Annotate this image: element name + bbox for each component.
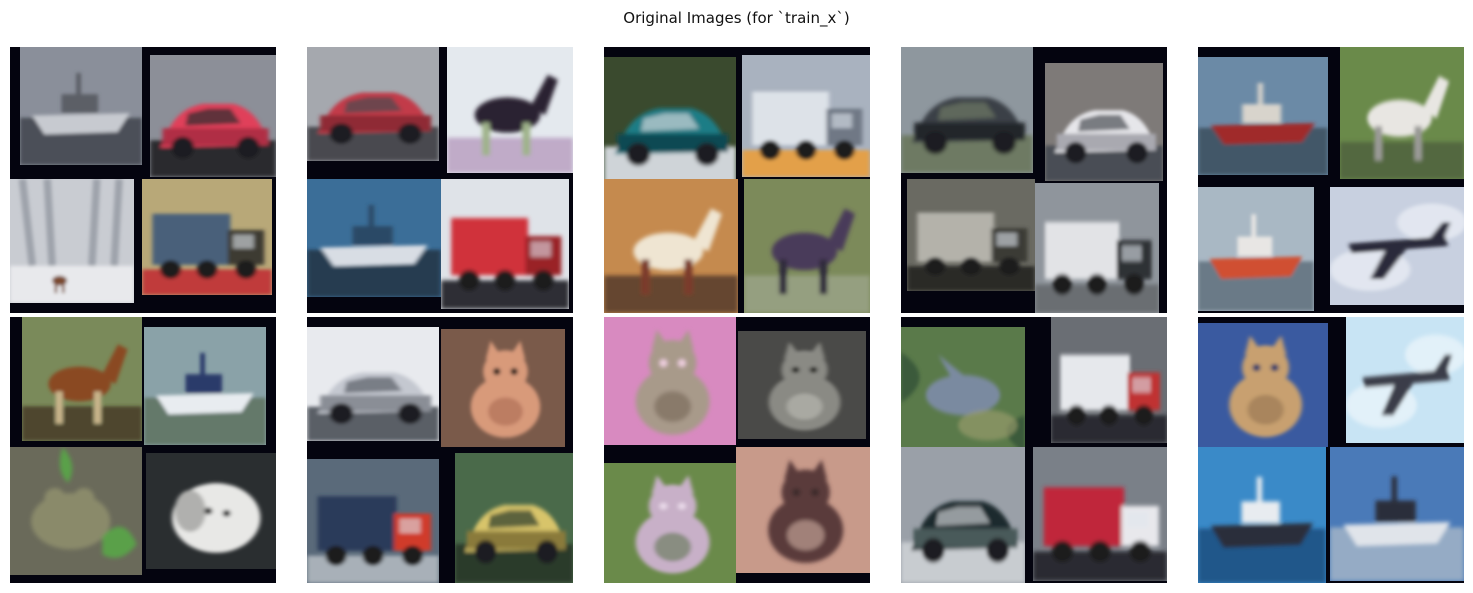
tile-dark-horse (744, 179, 870, 313)
tile-horse-rider (447, 47, 573, 173)
tile-teal-car (604, 57, 736, 185)
mosaic-r2-c4 (901, 317, 1167, 583)
tile-blue-boat (1198, 447, 1326, 583)
horse-icon (604, 179, 738, 313)
horse-icon (447, 47, 573, 173)
tile-orange-cat (441, 329, 565, 447)
tile-red-boat (1198, 187, 1314, 311)
truck-icon (307, 459, 439, 583)
tile-white-horse (1340, 47, 1464, 179)
tile-dark-car (901, 47, 1033, 173)
car-icon (307, 327, 439, 441)
tile-truck-closeup (742, 55, 870, 177)
tile-white-dog (146, 453, 276, 569)
bird-icon (901, 327, 1025, 453)
tile-white-yacht (144, 327, 266, 445)
car-icon (455, 453, 573, 583)
airplane-icon (1346, 317, 1464, 443)
tile-boats-shore (20, 47, 142, 165)
tile-gray-cat (738, 331, 866, 439)
truck-icon (441, 179, 569, 309)
tile-yellow-car (455, 453, 573, 583)
tile-tanker-truck (907, 179, 1035, 291)
tile-ambulance (1051, 317, 1167, 443)
cat-icon (604, 317, 736, 445)
cat-icon (441, 329, 565, 447)
cat-icon (738, 331, 866, 439)
car-icon (901, 447, 1025, 583)
car-icon (1045, 63, 1163, 181)
tile-red-car (150, 55, 276, 177)
mosaic-r1-c1 (10, 47, 276, 313)
tile-red-car-street (307, 47, 439, 161)
tile-cat-grass (604, 463, 736, 583)
image-grid (10, 47, 1464, 583)
car-icon (604, 57, 736, 185)
boat-icon (1198, 187, 1314, 311)
mosaic-r1-c2 (307, 47, 573, 313)
boat-icon (307, 179, 441, 297)
tile-bird-leaves (901, 327, 1025, 453)
truck-icon (1051, 317, 1167, 443)
truck-icon (907, 179, 1035, 291)
tile-trailer (1035, 183, 1159, 313)
tile-brown-horse (22, 317, 142, 441)
tile-tug-harbor (1198, 57, 1328, 175)
mosaic-r2-c2 (307, 317, 573, 583)
frog-icon (10, 447, 142, 575)
mosaic-r2-c1 (10, 317, 276, 583)
figure-title: Original Images (for `train_x`) (623, 9, 850, 27)
truck-icon (1033, 447, 1167, 581)
horse-icon (744, 179, 870, 313)
mosaic-r1-c5 (1198, 47, 1464, 313)
tile-deer-snow (10, 179, 134, 303)
mosaic-r2-c5 (1198, 317, 1464, 583)
horse-icon (1340, 47, 1464, 179)
tile-airplane-sky (1330, 187, 1464, 305)
tile-white-car (1045, 63, 1163, 181)
mosaic-r2-c3 (604, 317, 870, 583)
tile-cat-hand (736, 447, 870, 573)
tile-cat-blue (1198, 323, 1328, 447)
boat-icon (20, 47, 142, 165)
horse-icon (22, 317, 142, 441)
tile-ferry (1330, 447, 1464, 581)
deer-icon (10, 179, 134, 303)
tile-black-car (901, 447, 1025, 583)
tile-fire-truck (441, 179, 569, 309)
trailer-icon (1035, 183, 1159, 313)
tile-truck-road (142, 179, 272, 295)
cat-icon (736, 447, 870, 573)
car-icon (150, 55, 276, 177)
mosaic-r1-c4 (901, 47, 1167, 313)
cat-icon (1198, 323, 1328, 447)
tile-cat-pink (604, 317, 736, 445)
truck-icon (142, 179, 272, 295)
truck-icon (742, 55, 870, 177)
boat-icon (1198, 57, 1328, 175)
car-icon (901, 47, 1033, 173)
tile-boat-sea (307, 179, 441, 297)
boat-icon (1330, 447, 1464, 581)
mosaic-r1-c3 (604, 47, 870, 313)
tile-fire-engine (1033, 447, 1167, 581)
tile-horse-head (604, 179, 738, 313)
boat-icon (1198, 447, 1326, 583)
tile-white-van (307, 327, 439, 441)
tile-frog (10, 447, 142, 575)
tile-airplane-blue (1346, 317, 1464, 443)
tile-blue-truck (307, 459, 439, 583)
dog-icon (146, 453, 276, 569)
airplane-icon (1330, 187, 1464, 305)
boat-icon (144, 327, 266, 445)
car-icon (307, 47, 439, 161)
cat-icon (604, 463, 736, 583)
